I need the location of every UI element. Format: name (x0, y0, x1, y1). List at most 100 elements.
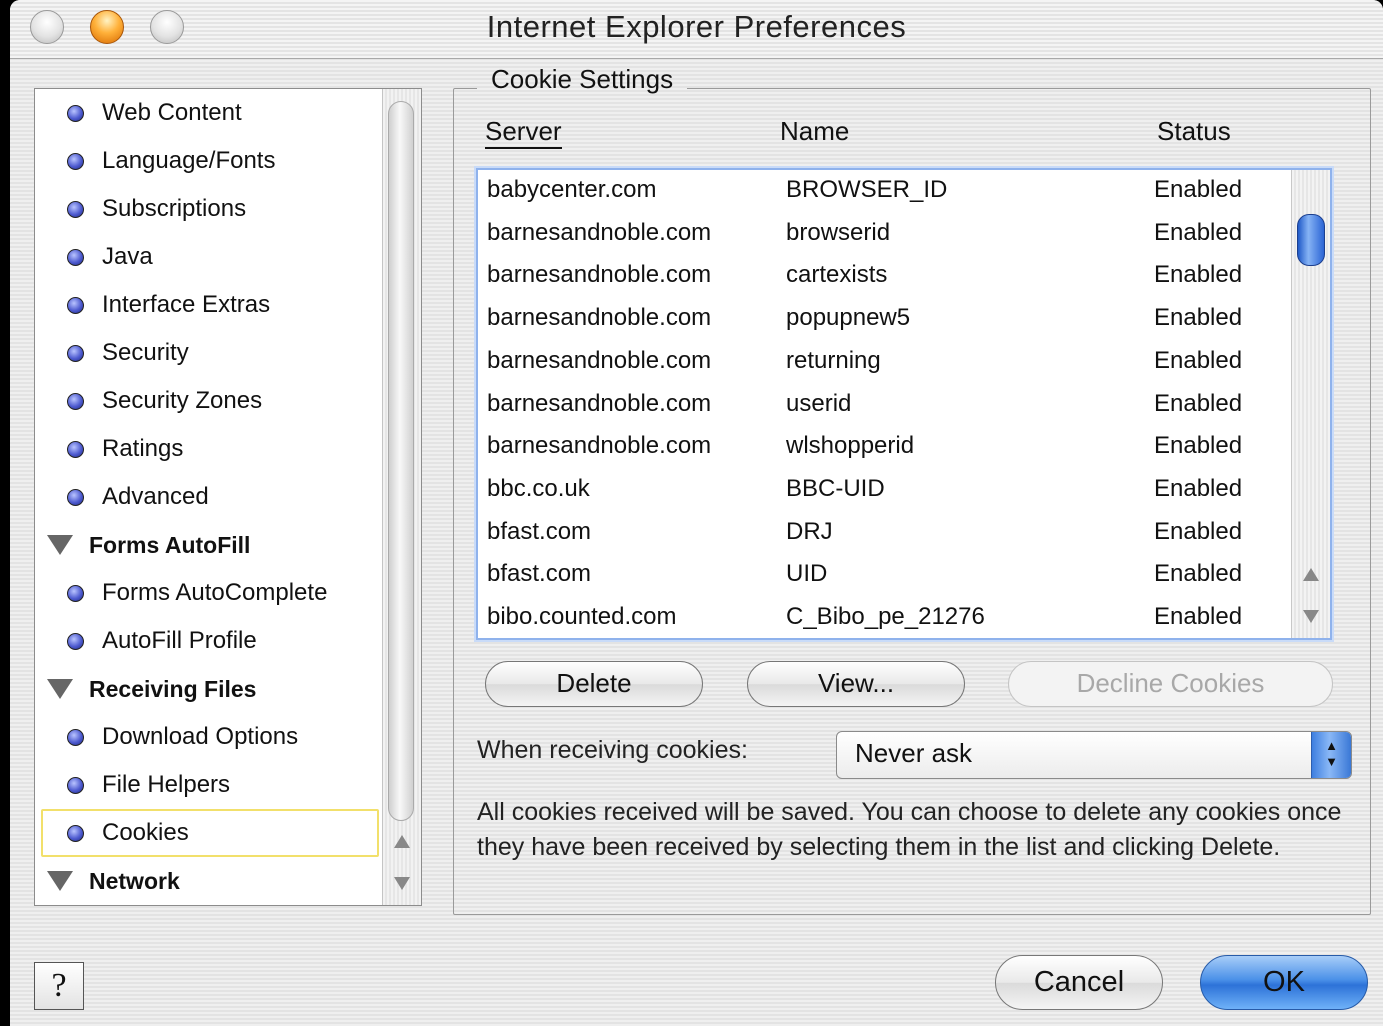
bullet-icon (67, 152, 84, 170)
sidebar-item-label: Security (102, 339, 189, 366)
bullet-icon (67, 488, 84, 506)
cookie-name-cell: BBC-UID (786, 474, 885, 502)
sidebar-item-label: Advanced (102, 483, 209, 510)
sidebar-item-download-options[interactable]: Download Options (35, 713, 385, 761)
sidebar-item-security[interactable]: Security (35, 329, 385, 377)
cookie-name-cell: cartexists (786, 261, 888, 289)
delete-button[interactable]: Delete (485, 661, 703, 707)
column-header-status[interactable]: Status (1157, 116, 1231, 147)
table-row[interactable]: bfast.com UID Enabled (478, 556, 1288, 599)
sidebar-item-label: Cookies (102, 819, 189, 846)
sidebar-item-web-content[interactable]: Web Content (35, 89, 385, 137)
table-row[interactable]: bbc.co.uk BBC-UID Enabled (478, 471, 1288, 514)
table-row[interactable]: babycenter.com BROWSER_ID Enabled (478, 172, 1288, 215)
view-button[interactable]: View... (747, 661, 965, 707)
scroll-up-arrow-icon[interactable] (1303, 568, 1319, 581)
cookie-status-cell: Enabled (1154, 176, 1243, 203)
bullet-icon (67, 824, 84, 842)
sidebar-item-autofill-profile[interactable]: AutoFill Profile (35, 617, 385, 665)
sidebar-group-receiving-files[interactable]: Receiving Files (35, 665, 385, 713)
sidebar-scrollbar[interactable] (382, 89, 421, 905)
table-row[interactable]: bibo.counted.com C_Bibo_pe_21276 Enabled (478, 599, 1288, 638)
bullet-icon (67, 296, 84, 314)
sidebar-item-interface-extras[interactable]: Interface Extras (35, 281, 385, 329)
scroll-down-arrow-icon[interactable] (1303, 610, 1319, 623)
table-row[interactable]: barnesandnoble.com browserid Enabled (478, 215, 1288, 258)
bullet-icon (67, 344, 84, 362)
sidebar-item-language-fonts[interactable]: Language/Fonts (35, 137, 385, 185)
sidebar-item-ratings[interactable]: Ratings (35, 425, 385, 473)
disclosure-triangle-icon (47, 871, 73, 891)
preferences-window: Internet Explorer Preferences Web Conten… (10, 0, 1383, 1026)
title-bar[interactable]: Internet Explorer Preferences (10, 0, 1383, 59)
sidebar-item-label: Web Content (102, 99, 242, 126)
cookie-server-cell: barnesandnoble.com (487, 261, 712, 289)
cookie-name-cell: DRJ (786, 517, 833, 545)
sidebar-item-java[interactable]: Java (35, 233, 385, 281)
sidebar-item-forms-autocomplete[interactable]: Forms AutoComplete (35, 569, 385, 617)
table-row[interactable]: barnesandnoble.com returning Enabled (478, 343, 1288, 386)
help-button[interactable]: ? (34, 962, 84, 1010)
cookie-name-cell: browserid (786, 218, 891, 246)
sidebar-item-label: Ratings (102, 435, 184, 462)
sidebar-item-advanced[interactable]: Advanced (35, 473, 385, 521)
table-row[interactable]: barnesandnoble.com userid Enabled (478, 386, 1288, 429)
sidebar-item-cookies[interactable]: Cookies (41, 809, 379, 857)
cookie-name-cell: returning (786, 346, 881, 374)
cookie-name-cell: popupnew5 (786, 304, 911, 332)
cookie-status-cell: Enabled (1154, 432, 1243, 460)
sidebar-item-subscriptions[interactable]: Subscriptions (35, 185, 385, 233)
cookie-status-cell: Enabled (1154, 218, 1243, 246)
sidebar-item-label: Java (102, 243, 153, 270)
sidebar-item-label: Download Options (102, 723, 299, 750)
cookie-server-cell: bbc.co.uk (487, 474, 590, 502)
sidebar-scroll-thumb[interactable] (388, 101, 414, 821)
bullet-icon (67, 776, 84, 794)
cookie-help-text: All cookies received will be saved. You … (477, 798, 1342, 861)
sidebar-item-security-zones[interactable]: Security Zones (35, 377, 385, 425)
cookie-name-cell: userid (786, 389, 852, 417)
scroll-up-arrow-icon[interactable] (394, 835, 410, 848)
table-row[interactable]: barnesandnoble.com popupnew5 Enabled (478, 300, 1288, 343)
cookie-list[interactable]: babycenter.com BROWSER_ID Enabled barnesand… (476, 168, 1332, 640)
sidebar-item-label: Interface Extras (102, 291, 271, 318)
scroll-down-arrow-icon[interactable] (394, 877, 410, 890)
cookie-list-scrollbar[interactable] (1291, 170, 1330, 638)
sidebar-group-network[interactable]: Network (35, 857, 385, 905)
decline-cookies-button[interactable]: Decline Cookies (1008, 661, 1333, 707)
receiving-cookies-select[interactable]: Never ask ▲ ▼ (836, 731, 1352, 779)
preferences-sidebar: Web Content Language/Fonts Subscriptions Ja… (34, 88, 422, 906)
column-header-server[interactable]: Server (485, 116, 562, 149)
column-header-name[interactable]: Name (780, 116, 849, 147)
sidebar-item-label: Network (89, 867, 180, 894)
bullet-icon (67, 200, 84, 218)
cookie-status-cell: Enabled (1154, 603, 1243, 630)
cookie-list-scroll-thumb[interactable] (1297, 214, 1325, 266)
group-title: Cookie Settings (477, 64, 688, 95)
cookie-status-cell: Enabled (1154, 304, 1243, 332)
cancel-button[interactable]: Cancel (995, 955, 1163, 1010)
sidebar-item-label: File Helpers (102, 771, 231, 798)
sidebar-item-label: AutoFill Profile (102, 627, 257, 654)
bullet-icon (67, 584, 84, 602)
bullet-icon (67, 104, 84, 122)
sidebar-item-label: Forms AutoFill (89, 531, 251, 558)
table-row[interactable]: bfast.com DRJ Enabled (478, 514, 1288, 557)
ok-button[interactable]: OK (1200, 955, 1368, 1010)
cookie-server-cell: barnesandnoble.com (487, 389, 712, 417)
cookie-name-cell: BROWSER_ID (786, 176, 948, 203)
disclosure-triangle-icon (47, 535, 73, 555)
window-title: Internet Explorer Preferences (486, 9, 907, 44)
cookie-server-cell: barnesandnoble.com (487, 304, 712, 332)
cookie-server-cell: babycenter.com (487, 176, 657, 203)
sidebar-group-forms-autofill[interactable]: Forms AutoFill (35, 521, 385, 569)
cookie-status-cell: Enabled (1154, 474, 1243, 502)
sidebar-item-label: Forms AutoComplete (102, 579, 328, 606)
bullet-icon (67, 392, 84, 410)
table-row[interactable]: barnesandnoble.com wlshopperid Enabled (478, 428, 1288, 471)
sidebar-item-file-helpers[interactable]: File Helpers (35, 761, 385, 809)
sidebar-item-label: Security Zones (102, 387, 263, 414)
bullet-icon (67, 728, 84, 746)
table-row[interactable]: barnesandnoble.com cartexists Enabled (478, 257, 1288, 300)
receiving-cookies-label: When receiving cookies: (477, 736, 748, 764)
